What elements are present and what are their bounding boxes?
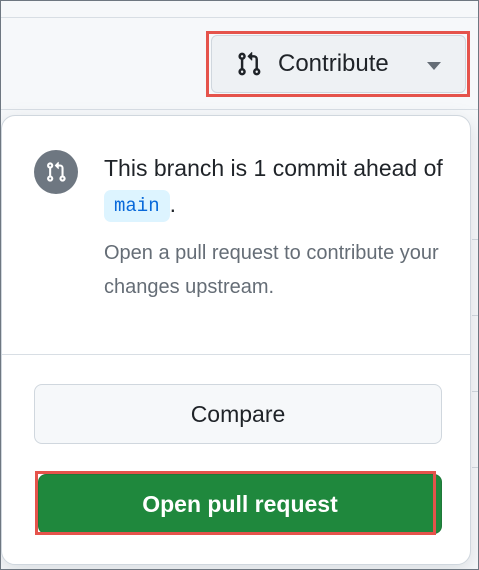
headline-text: This branch is 1 commit ahead of xyxy=(104,155,443,181)
compare-button[interactable]: Compare xyxy=(34,384,442,444)
ahead-status-headline: This branch is 1 commit ahead of main. xyxy=(104,150,454,222)
branch-name-badge: main xyxy=(104,190,170,222)
screenshot-frame: Contribute This branch is 1 commit ahead… xyxy=(0,0,479,570)
pull-request-badge xyxy=(34,150,78,194)
triangle-down-icon xyxy=(427,62,441,70)
contribute-button[interactable]: Contribute xyxy=(211,35,466,93)
contribute-button-label: Contribute xyxy=(278,50,389,77)
git-pull-request-icon xyxy=(238,51,261,76)
headline-suffix: . xyxy=(169,191,176,217)
panel-divider xyxy=(2,354,470,355)
header-divider xyxy=(1,109,478,110)
contribute-dropdown-panel: This branch is 1 commit ahead of main. O… xyxy=(1,115,471,565)
contribute-description: Open a pull request to contribute your c… xyxy=(104,242,439,298)
open-pull-request-button[interactable]: Open pull request xyxy=(38,474,442,534)
top-divider xyxy=(1,17,478,18)
git-pull-request-icon xyxy=(47,161,66,182)
